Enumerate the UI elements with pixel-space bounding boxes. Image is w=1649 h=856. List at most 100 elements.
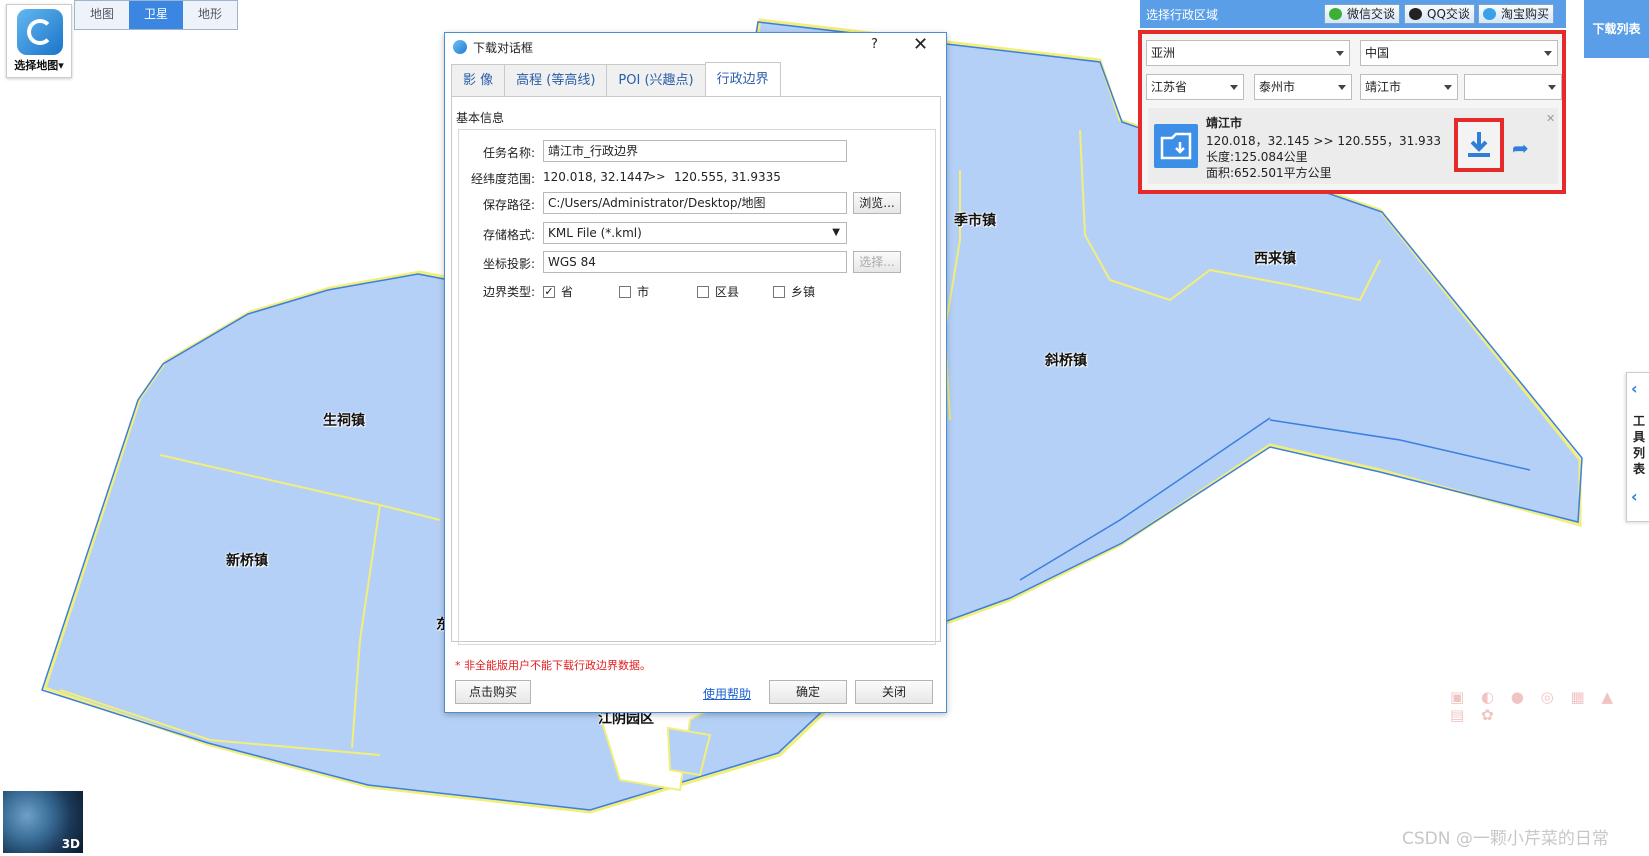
- tab-imagery[interactable]: 影 像: [451, 64, 506, 96]
- map-type-map[interactable]: 地图: [75, 1, 129, 29]
- globe-3d-button[interactable]: 3D: [2, 790, 84, 854]
- help-button[interactable]: ?: [871, 37, 878, 52]
- taobao-icon: [1483, 8, 1496, 20]
- app-icon: [453, 40, 467, 54]
- checkbox-town[interactable]: [773, 285, 785, 298]
- close-icon[interactable]: ✕: [913, 34, 928, 55]
- result-area: 面积:652.501平方公里: [1206, 166, 1332, 180]
- boundary-type-label: 边界类型:: [482, 285, 535, 299]
- basic-info-group: 任务名称: 靖江市_行政边界 经纬度范围: 120.018, 32.1447 >…: [458, 129, 936, 645]
- range-to: 120.555, 31.9335: [674, 170, 781, 184]
- place-label-jishi: 季市镇: [954, 213, 996, 229]
- format-select[interactable]: KML File (*.kml) ▼: [543, 222, 847, 244]
- task-name-input[interactable]: 靖江市_行政边界: [543, 140, 847, 162]
- map-chooser-label: 选择地图▾: [14, 59, 64, 72]
- city-select[interactable]: 泰州市: [1254, 74, 1352, 100]
- ok-button[interactable]: 确定: [769, 680, 847, 704]
- checkbox-province-label: 省: [561, 285, 574, 299]
- format-label: 存储格式:: [482, 228, 535, 242]
- chevron-left-icon[interactable]: ‹: [1631, 379, 1638, 398]
- range-separator: >>: [647, 170, 666, 183]
- download-list-button[interactable]: 下载列表: [1584, 0, 1649, 58]
- save-path-label: 保存路径:: [482, 198, 535, 212]
- buy-button[interactable]: 点击购买: [455, 680, 531, 704]
- task-name-label: 任务名称:: [482, 146, 535, 160]
- place-label-xilai: 西来镇: [1254, 251, 1296, 267]
- range-label: 经纬度范围:: [470, 172, 535, 186]
- boundary-option-city[interactable]: 市: [619, 283, 649, 300]
- tool-list-label: 工具列表: [1632, 414, 1645, 476]
- map-chooser-button[interactable]: 选择地图▾: [6, 4, 72, 78]
- wechat-icon: [1329, 8, 1342, 20]
- region-panel: 选择行政区域 微信交谈 QQ交谈 淘宝购买 亚洲 中国 江苏省 泰州市 靖江市: [1138, 0, 1566, 196]
- permission-warning: * 非全能版用户不能下载行政边界数据。: [455, 659, 651, 672]
- chevron-down-icon: [1338, 85, 1346, 90]
- boundary-option-town[interactable]: 乡镇: [773, 283, 815, 300]
- chevron-left-icon[interactable]: ‹: [1631, 487, 1638, 506]
- checkbox-city-label: 市: [637, 285, 650, 299]
- globe-3d-label: 3D: [61, 837, 80, 851]
- projection-select-button[interactable]: 选择...: [853, 251, 901, 273]
- city-value: 泰州市: [1259, 80, 1296, 94]
- format-value: KML File (*.kml): [548, 226, 642, 240]
- boundary-option-county[interactable]: 区县: [697, 283, 739, 300]
- place-label-xinqiao: 新桥镇: [226, 553, 268, 569]
- taobao-button[interactable]: 淘宝购买: [1478, 4, 1555, 24]
- town-select[interactable]: [1464, 74, 1562, 100]
- map-type-satellite[interactable]: 卫星: [129, 1, 183, 29]
- province-value: 江苏省: [1151, 80, 1188, 94]
- chevron-down-icon: ▾: [58, 59, 64, 72]
- chevron-down-icon: [1548, 85, 1556, 90]
- continent-select[interactable]: 亚洲: [1146, 40, 1350, 66]
- map-type-terrain[interactable]: 地形: [183, 1, 237, 29]
- projection-label: 坐标投影:: [482, 257, 535, 271]
- continent-value: 亚洲: [1151, 46, 1176, 60]
- chevron-down-icon: ▼: [832, 227, 840, 238]
- checkbox-city[interactable]: [619, 285, 631, 298]
- chevron-down-icon: [1336, 51, 1344, 56]
- region-download-file-icon: [1154, 124, 1198, 168]
- result-coords: 120.018，32.145 >> 120.555，31.933: [1206, 134, 1441, 148]
- download-dialog: 下载对话框 ? ✕ 影 像 高程 (等高线) POI (兴趣点) 行政边界 基本…: [444, 32, 947, 713]
- browse-button[interactable]: 浏览...: [853, 192, 901, 214]
- wechat-label: 微信交谈: [1347, 7, 1396, 21]
- boundary-option-province[interactable]: ✓ 省: [543, 283, 573, 300]
- projection-input[interactable]: WGS 84: [543, 251, 847, 273]
- checkbox-town-label: 乡镇: [791, 285, 816, 299]
- dialog-titlebar[interactable]: 下载对话框 ? ✕: [445, 33, 946, 61]
- range-from: 120.018, 32.1447: [543, 170, 650, 184]
- county-value: 靖江市: [1365, 80, 1402, 94]
- help-link[interactable]: 使用帮助: [703, 685, 751, 702]
- folder-download-icon: [1160, 132, 1192, 160]
- place-label-xieqiao: 斜桥镇: [1045, 353, 1087, 369]
- dialog-title: 下载对话框: [473, 41, 534, 55]
- close-button[interactable]: 关闭: [855, 680, 933, 704]
- checkbox-county[interactable]: [697, 285, 709, 298]
- qq-label: QQ交谈: [1427, 7, 1470, 21]
- province-select[interactable]: 江苏省: [1146, 74, 1244, 100]
- tab-elevation[interactable]: 高程 (等高线): [504, 64, 608, 96]
- download-button[interactable]: [1454, 118, 1504, 172]
- region-panel-title: 选择行政区域: [1146, 8, 1219, 22]
- share-icon[interactable]: ➦: [1512, 136, 1529, 160]
- map-type-switcher: 地图 卫星 地形: [74, 0, 238, 30]
- country-value: 中国: [1365, 46, 1390, 60]
- boundary-type-options: ✓ 省 市 区县 乡镇: [543, 283, 843, 299]
- app-logo-icon: [17, 9, 63, 55]
- tab-admin-boundary[interactable]: 行政边界: [704, 62, 781, 96]
- chevron-down-icon: [1544, 51, 1552, 56]
- country-select[interactable]: 中国: [1360, 40, 1558, 66]
- tool-list-tab[interactable]: ‹ 工具列表 ‹: [1626, 372, 1649, 522]
- download-icon: [1468, 132, 1490, 157]
- dialog-tabs: 影 像 高程 (等高线) POI (兴趣点) 行政边界: [451, 62, 781, 96]
- close-icon[interactable]: ✕: [1546, 112, 1555, 125]
- checkbox-province[interactable]: ✓: [543, 285, 555, 298]
- tab-panel: 基本信息 任务名称: 靖江市_行政边界 经纬度范围: 120.018, 32.1…: [451, 96, 941, 645]
- wechat-button[interactable]: 微信交谈: [1324, 4, 1401, 24]
- ime-icon: ▣ ◐ ● ◎ ▦ ▲ ▤ ✿: [1450, 688, 1619, 724]
- tab-poi[interactable]: POI (兴趣点): [606, 64, 706, 96]
- county-select[interactable]: 靖江市: [1360, 74, 1458, 100]
- watermark: CSDN @一颗小芹菜的日常: [1402, 829, 1609, 849]
- save-path-input[interactable]: C:/Users/Administrator/Desktop/地图: [543, 192, 847, 214]
- qq-button[interactable]: QQ交谈: [1404, 4, 1475, 24]
